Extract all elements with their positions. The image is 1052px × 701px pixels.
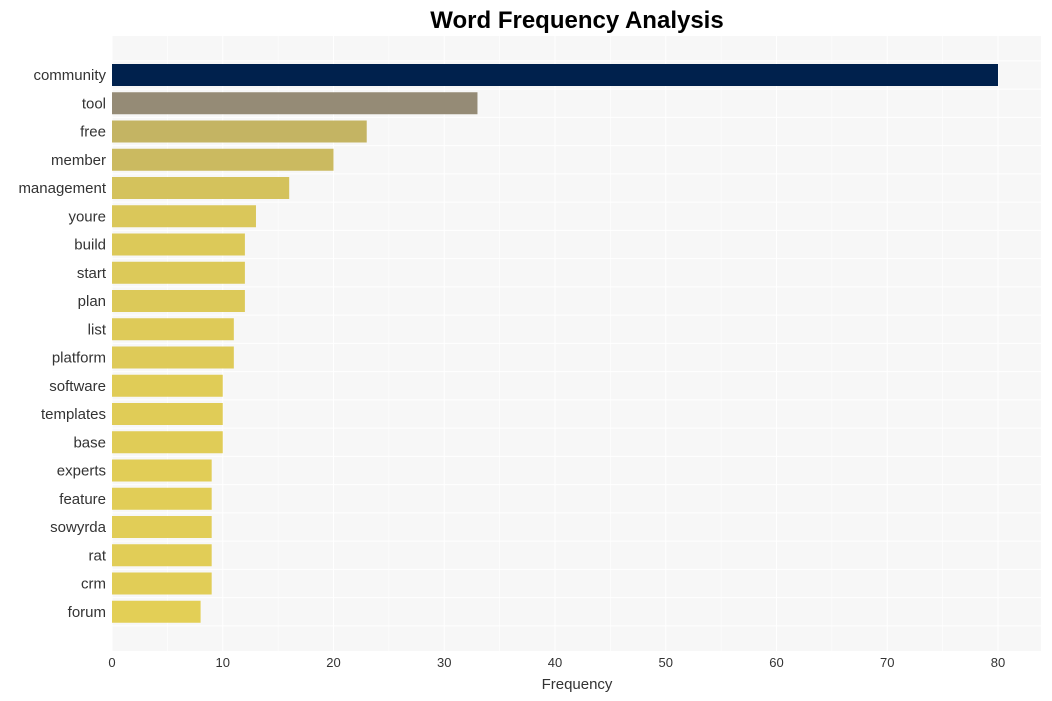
y-tick-label: community (33, 67, 106, 84)
bar-base (112, 431, 223, 454)
y-tick-label: crm (81, 576, 106, 593)
chart-title: Word Frequency Analysis (430, 7, 723, 34)
y-tick-label: tool (82, 95, 106, 112)
y-tick-label: platform (52, 350, 106, 367)
y-tick-label: sowyrda (50, 519, 107, 536)
bar-member (112, 148, 334, 171)
bar-management (112, 177, 290, 199)
y-tick-label: member (51, 152, 106, 169)
x-tick-label: 60 (769, 655, 783, 670)
y-tick-label: experts (57, 463, 106, 480)
y-tick-label: start (77, 265, 107, 282)
bar-youre (112, 205, 256, 228)
y-tick-label: forum (68, 604, 106, 621)
y-tick-labels: community tool free member management youre bu… (18, 67, 106, 621)
bar-rat (112, 544, 212, 567)
bar-tool (112, 92, 478, 115)
y-tick-label: base (73, 434, 106, 451)
bar-feature (112, 487, 212, 510)
bar-forum (112, 600, 201, 623)
bar-experts (112, 459, 212, 482)
y-tick-label: build (74, 237, 106, 254)
x-tick-label: 20 (326, 655, 340, 670)
bar-chart: Word Frequency Analysis community tool fre… (18, 7, 1041, 693)
bar-community (112, 64, 998, 86)
y-tick-label: youre (68, 208, 106, 225)
y-tick-label: free (80, 124, 106, 141)
bar-list (112, 318, 234, 341)
bar-templates (112, 403, 223, 425)
x-tick-labels: 0 10 20 30 40 50 60 70 80 (108, 655, 1005, 670)
x-axis-label: Frequency (542, 676, 613, 693)
y-tick-label: rat (88, 547, 106, 564)
x-tick-label: 40 (548, 655, 562, 670)
y-tick-label: templates (41, 406, 106, 423)
bar-free (112, 120, 367, 143)
y-tick-label: list (88, 321, 107, 338)
bar-platform (112, 346, 234, 369)
x-tick-label: 30 (437, 655, 451, 670)
x-tick-label: 80 (991, 655, 1005, 670)
x-tick-label: 0 (108, 655, 115, 670)
y-tick-label: feature (59, 491, 106, 508)
x-tick-label: 70 (880, 655, 894, 670)
bar-crm (112, 572, 212, 595)
y-tick-label: management (18, 180, 106, 197)
bar-build (112, 233, 245, 256)
bar-start (112, 261, 245, 284)
x-tick-label: 50 (659, 655, 673, 670)
y-tick-label: plan (78, 293, 106, 310)
bar-software (112, 374, 223, 397)
x-tick-label: 10 (216, 655, 230, 670)
y-tick-label: software (49, 378, 106, 395)
bar-plan (112, 290, 245, 312)
bar-sowyrda (112, 516, 212, 538)
